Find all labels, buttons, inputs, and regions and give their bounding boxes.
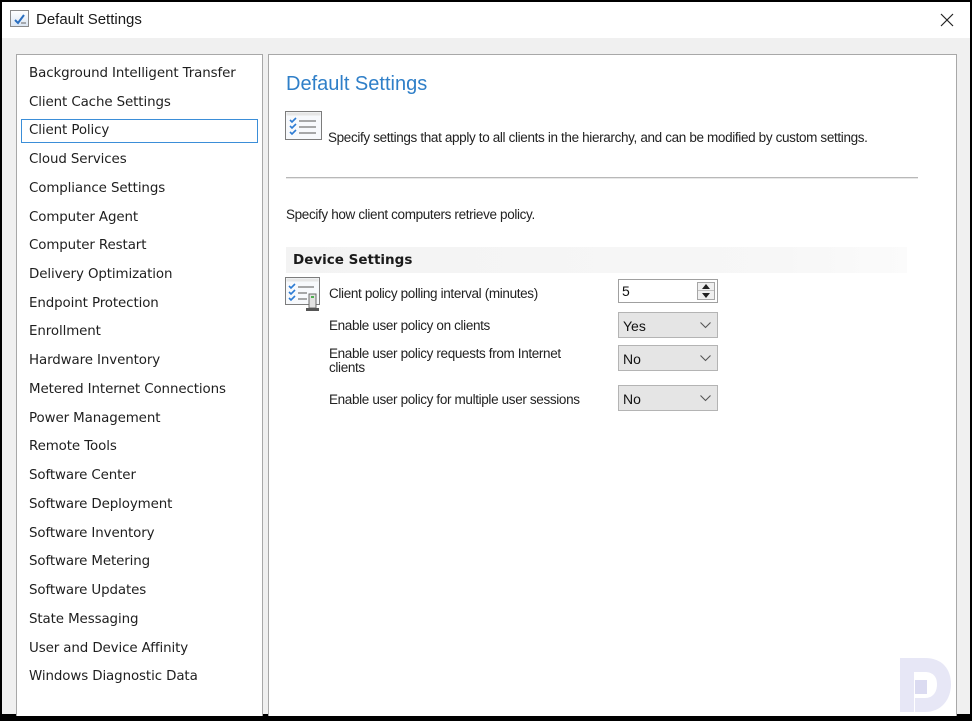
sidebar-item-software-updates[interactable]: Software Updates bbox=[21, 579, 258, 603]
decrement-button[interactable] bbox=[698, 291, 714, 299]
close-icon bbox=[940, 13, 954, 27]
internet-clients-policy-dropdown[interactable]: No bbox=[618, 345, 718, 371]
sidebar-item-power-management[interactable]: Power Management bbox=[21, 407, 258, 431]
page-title: Default Settings bbox=[286, 73, 428, 95]
settings-category-list[interactable]: Background Intelligent Transfer Client C… bbox=[16, 54, 263, 716]
sidebar-item-software-deployment[interactable]: Software Deployment bbox=[21, 493, 258, 517]
polling-interval-value[interactable]: 5 bbox=[622, 283, 630, 299]
watermark-logo-icon bbox=[895, 650, 955, 716]
device-settings-group-header: Device Settings bbox=[286, 247, 907, 273]
sidebar-item-delivery-optimization[interactable]: Delivery Optimization bbox=[21, 263, 258, 287]
arrow-down-icon bbox=[702, 292, 710, 298]
page-description: Specify settings that apply to all clien… bbox=[328, 130, 868, 145]
group-title: Device Settings bbox=[293, 252, 413, 268]
multiple-sessions-policy-label: Enable user policy for multiple user ses… bbox=[329, 392, 580, 407]
section-description: Specify how client computers retrieve po… bbox=[286, 207, 535, 222]
sidebar-item-state-messaging[interactable]: State Messaging bbox=[21, 608, 258, 632]
stepper-buttons bbox=[697, 282, 715, 300]
internet-clients-policy-label: Enable user policy requests from Interne… bbox=[329, 346, 561, 375]
title-bar: Default Settings bbox=[2, 2, 970, 38]
sidebar-item-software-inventory[interactable]: Software Inventory bbox=[21, 522, 258, 546]
chevron-down-icon bbox=[700, 395, 711, 402]
sidebar-item-software-center[interactable]: Software Center bbox=[21, 464, 258, 488]
enable-user-policy-label: Enable user policy on clients bbox=[329, 318, 490, 333]
enable-user-policy-value: Yes bbox=[623, 318, 646, 334]
settings-detail-panel: Default Settings Specify settings that a… bbox=[268, 54, 957, 716]
sidebar-item-client-cache-settings[interactable]: Client Cache Settings bbox=[21, 91, 258, 115]
polling-interval-stepper[interactable]: 5 bbox=[618, 279, 718, 303]
sidebar-item-metered-internet-connections[interactable]: Metered Internet Connections bbox=[21, 378, 258, 402]
sidebar-item-computer-restart[interactable]: Computer Restart bbox=[21, 234, 258, 258]
enable-user-policy-dropdown[interactable]: Yes bbox=[618, 312, 718, 338]
window-title: Default Settings bbox=[36, 11, 142, 28]
sidebar-item-windows-diagnostic-data[interactable]: Windows Diagnostic Data bbox=[21, 665, 258, 689]
sidebar-item-hardware-inventory[interactable]: Hardware Inventory bbox=[21, 349, 258, 373]
sidebar-item-background-intelligent-transfer[interactable]: Background Intelligent Transfer bbox=[21, 62, 258, 86]
sidebar-item-enrollment[interactable]: Enrollment bbox=[21, 320, 258, 344]
sidebar-item-client-policy[interactable]: Client Policy bbox=[21, 119, 258, 143]
sidebar-item-remote-tools[interactable]: Remote Tools bbox=[21, 435, 258, 459]
checklist-icon bbox=[285, 111, 323, 143]
sidebar-item-compliance-settings[interactable]: Compliance Settings bbox=[21, 177, 258, 201]
increment-button[interactable] bbox=[698, 283, 714, 291]
internet-clients-policy-value: No bbox=[623, 351, 641, 367]
sidebar-item-cloud-services[interactable]: Cloud Services bbox=[21, 148, 258, 172]
sidebar-item-user-and-device-affinity[interactable]: User and Device Affinity bbox=[21, 637, 258, 661]
settings-check-icon bbox=[10, 10, 29, 27]
polling-interval-label: Client policy polling interval (minutes) bbox=[329, 286, 538, 301]
multiple-sessions-policy-dropdown[interactable]: No bbox=[618, 385, 718, 411]
sidebar-item-software-metering[interactable]: Software Metering bbox=[21, 550, 258, 574]
arrow-up-icon bbox=[702, 284, 710, 289]
client-policy-icon bbox=[285, 277, 325, 313]
divider bbox=[286, 177, 918, 179]
sidebar-item-computer-agent[interactable]: Computer Agent bbox=[21, 206, 258, 230]
default-settings-window: Default Settings Background Intelligent … bbox=[2, 2, 970, 716]
multiple-sessions-policy-value: No bbox=[623, 391, 641, 407]
sidebar-item-endpoint-protection[interactable]: Endpoint Protection bbox=[21, 292, 258, 316]
close-button[interactable] bbox=[924, 2, 970, 38]
chevron-down-icon bbox=[700, 355, 711, 362]
chevron-down-icon bbox=[700, 322, 711, 329]
